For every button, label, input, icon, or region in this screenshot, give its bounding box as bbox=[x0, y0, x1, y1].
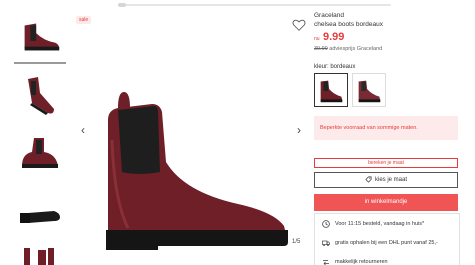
boot-side-view-icon bbox=[24, 23, 60, 51]
heart-icon[interactable] bbox=[292, 18, 306, 32]
advice-price: 39.99 adviesprijs Graceland bbox=[314, 46, 382, 52]
sale-badge: sale bbox=[76, 16, 92, 24]
clock-icon bbox=[322, 220, 330, 228]
boot-detail-view-icon bbox=[24, 248, 54, 265]
boot-angle-view-icon bbox=[28, 77, 54, 115]
return-icon bbox=[323, 260, 329, 265]
thumbnail-3[interactable] bbox=[14, 126, 66, 178]
usp-pickup-text: gratis ophalen bij een DHL punt vanaf 25… bbox=[335, 240, 438, 246]
scroll-track[interactable] bbox=[118, 4, 391, 6]
thumbnail-2[interactable] bbox=[14, 69, 66, 121]
prev-image-button[interactable]: ‹ bbox=[78, 122, 88, 138]
stock-notice: Beperkte voorraad van sommige maten. bbox=[314, 116, 458, 140]
usp-returns: makkelijk retourneren bbox=[315, 253, 461, 265]
usp-delivery: Voor 11:15 besteld, vandaag in huis* bbox=[315, 215, 461, 233]
tag-icon bbox=[365, 176, 372, 183]
brand-name[interactable]: Graceland bbox=[314, 12, 344, 19]
calculate-size-button[interactable]: bereken je maat bbox=[314, 158, 458, 168]
boot-swatch-alt-icon bbox=[358, 80, 381, 103]
main-product-image bbox=[106, 92, 288, 250]
image-counter: 1/5 bbox=[292, 239, 301, 245]
thumbnail-1[interactable] bbox=[14, 12, 66, 64]
scroll-thumb[interactable] bbox=[118, 3, 126, 7]
usp-list: Voor 11:15 besteld, vandaag in huis* gra… bbox=[314, 213, 460, 265]
product-name: chelsea boots bordeaux bbox=[314, 21, 384, 28]
choose-size-label: kies je maat bbox=[374, 177, 407, 183]
old-price: 39.99 bbox=[314, 46, 328, 52]
color-swatch-bordeaux[interactable] bbox=[314, 73, 348, 107]
image-viewer: sale ‹ › 1/5 bbox=[70, 10, 310, 255]
color-swatch-alt[interactable] bbox=[352, 73, 386, 107]
price-prefix: nu bbox=[314, 36, 320, 42]
truck-icon bbox=[322, 240, 330, 247]
next-image-button[interactable]: › bbox=[294, 122, 304, 138]
choose-size-button[interactable]: kies je maat bbox=[314, 172, 458, 188]
thumbnail-4[interactable] bbox=[14, 183, 66, 235]
usp-returns-text: makkelijk retourneren bbox=[335, 259, 388, 265]
thumbnail-5[interactable] bbox=[14, 240, 66, 265]
usp-delivery-text: Voor 11:15 besteld, vandaag in huis* bbox=[335, 221, 425, 227]
color-label: kleur: bordeaux bbox=[314, 64, 356, 70]
scroll-indicator[interactable] bbox=[0, 0, 475, 9]
current-price: 9.99 bbox=[323, 31, 345, 43]
boot-swatch-bordeaux-icon bbox=[320, 80, 343, 103]
add-to-cart-button[interactable]: in winkelmandje bbox=[314, 194, 458, 211]
usp-pickup: gratis ophalen bij een DHL punt vanaf 25… bbox=[315, 234, 461, 252]
boot-back-view-icon bbox=[22, 138, 58, 168]
boot-sole-view-icon bbox=[20, 211, 60, 223]
advice-label: adviesprijs Graceland bbox=[329, 46, 383, 52]
